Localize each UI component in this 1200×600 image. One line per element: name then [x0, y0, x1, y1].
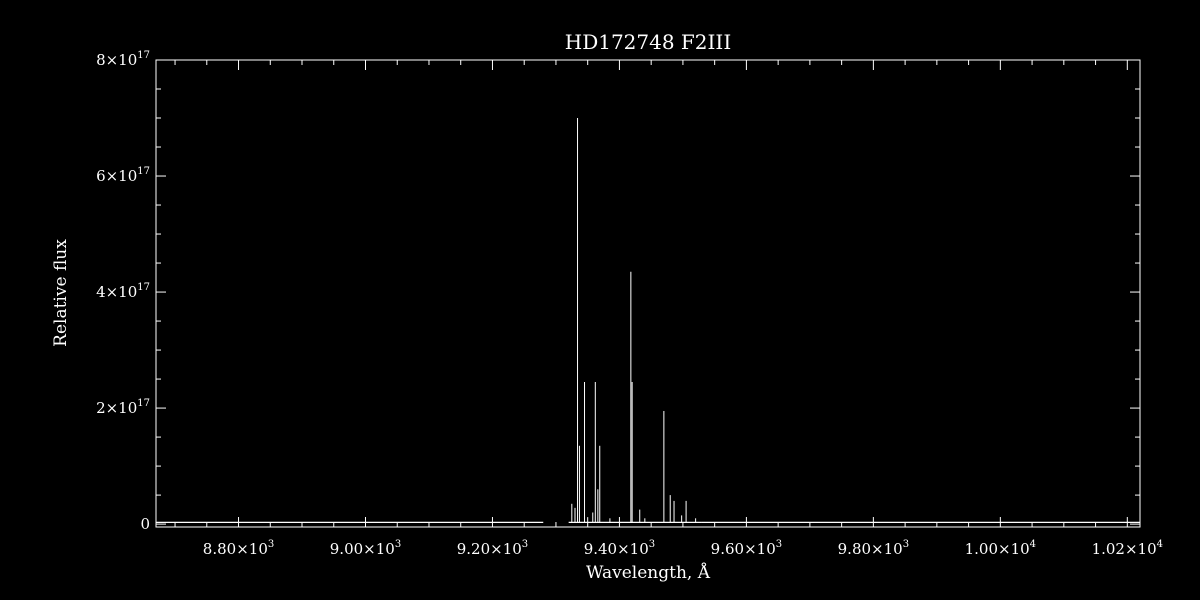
y-tick-label: 6×1017 [96, 166, 150, 185]
y-axis-label: Relative flux [51, 239, 71, 347]
x-tick-label: 8.80×103 [203, 539, 274, 558]
x-tick-label: 9.80×103 [838, 539, 909, 558]
chart-title: HD172748 F2III [565, 30, 731, 54]
x-tick-label: 9.60×103 [711, 539, 782, 558]
x-tick-label: 9.40×103 [584, 539, 655, 558]
y-tick-label: 2×1017 [96, 398, 150, 417]
x-axis: 8.80×103 9.00×103 9.20×103 9.40×103 9.60×103… [174, 60, 1163, 558]
y-tick-label: 8×1017 [96, 50, 150, 69]
y-tick-label: 4×1017 [96, 282, 150, 301]
x-tick-label: 9.00×103 [330, 539, 401, 558]
y-axis: 0 2×1017 4×1017 6×1017 8×1017 [96, 50, 1140, 533]
plot-frame [155, 59, 1141, 528]
flux-series [156, 118, 1140, 523]
x-axis-label: Wavelength, Å [586, 562, 711, 583]
x-tick-label: 1.00×104 [965, 539, 1036, 558]
spectrum-chart: HD172748 F2III 8.80×103 9.00×103 9.20×103 9… [51, 30, 1163, 583]
x-tick-label: 1.02×104 [1092, 539, 1163, 558]
y-tick-label: 0 [140, 515, 150, 533]
x-tick-label: 9.20×103 [457, 539, 528, 558]
